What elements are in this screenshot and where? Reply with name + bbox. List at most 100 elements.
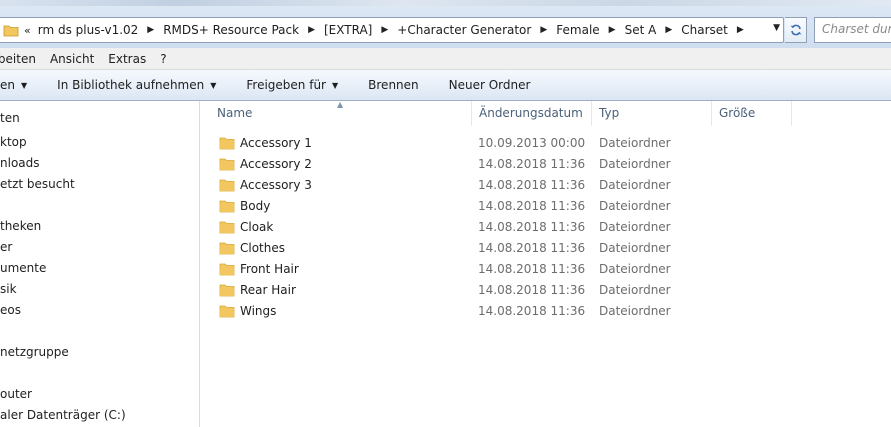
table-row[interactable]: Accessory 2 14.08.2018 11:36 Dateiordner: [201, 153, 891, 174]
new-folder-button[interactable]: Neuer Ordner: [434, 78, 546, 92]
search-input[interactable]: Charset durchsuchen: [814, 17, 891, 43]
file-date: 14.08.2018 11:36: [478, 156, 586, 171]
folder-icon: [219, 303, 235, 319]
nav-item-local-disk[interactable]: aler Datenträger (C:): [0, 405, 126, 425]
nav-item-videos[interactable]: eos: [0, 300, 21, 320]
nav-item-music[interactable]: sik: [0, 279, 17, 299]
file-name[interactable]: Body: [240, 199, 270, 213]
folder-icon: [219, 198, 235, 214]
include-in-library-button[interactable]: In Bibliothek aufnehmen ▼: [42, 78, 231, 92]
file-date: 14.08.2018 11:36: [478, 177, 586, 192]
chevron-down-icon: ▼: [332, 80, 339, 90]
file-name-cell: Body: [201, 198, 472, 214]
nav-item-libraries[interactable]: theken: [0, 216, 41, 236]
column-header-type[interactable]: Typ: [592, 101, 712, 126]
menu-edit[interactable]: rbeiten: [0, 52, 43, 66]
table-row[interactable]: Cloak 14.08.2018 11:36 Dateiordner: [201, 216, 891, 237]
file-date: 14.08.2018 11:36: [478, 219, 586, 234]
burn-button[interactable]: Brennen: [353, 78, 433, 92]
column-headers: ▲ Name Änderungsdatum Typ Größe: [201, 100, 891, 126]
file-date: 14.08.2018 11:36: [478, 240, 586, 255]
breadcrumb-separator-icon[interactable]: ▶: [141, 25, 160, 35]
breadcrumb-separator-icon[interactable]: ▶: [603, 25, 622, 35]
menu-bar: rbeiten Ansicht Extras ?: [0, 48, 891, 70]
table-row[interactable]: Clothes 14.08.2018 11:36 Dateiordner: [201, 237, 891, 258]
menu-help[interactable]: ?: [153, 52, 173, 66]
nav-item-pictures[interactable]: er: [0, 237, 12, 257]
file-list: Accessory 1 10.09.2013 00:00 Dateiordner Ac…: [201, 132, 891, 321]
breadcrumb-item[interactable]: Charset: [678, 23, 731, 37]
file-name[interactable]: Wings: [240, 304, 276, 318]
nav-item-computer[interactable]: outer: [0, 384, 32, 404]
breadcrumb-overflow-button[interactable]: «: [20, 24, 35, 37]
breadcrumb-separator-icon[interactable]: ▶: [534, 25, 553, 35]
file-name[interactable]: Front Hair: [240, 262, 299, 276]
folder-icon: [219, 219, 235, 235]
breadcrumb-separator-icon[interactable]: ▶: [302, 25, 321, 35]
nav-item-downloads[interactable]: nloads: [0, 153, 40, 173]
nav-item-documents[interactable]: umente: [0, 258, 46, 278]
file-name[interactable]: Rear Hair: [240, 283, 296, 297]
table-row[interactable]: Wings 14.08.2018 11:36 Dateiordner: [201, 300, 891, 321]
nav-item-recent-places[interactable]: etzt besucht: [0, 174, 75, 194]
file-date: 14.08.2018 11:36: [478, 282, 586, 297]
column-header-size-label: Größe: [719, 106, 756, 120]
breadcrumb-item[interactable]: +Character Generator: [394, 23, 534, 37]
breadcrumb-separator-icon[interactable]: ▶: [731, 25, 750, 35]
table-row[interactable]: Rear Hair 14.08.2018 11:36 Dateiordner: [201, 279, 891, 300]
table-row[interactable]: Accessory 1 10.09.2013 00:00 Dateiordner: [201, 132, 891, 153]
share-with-label: Freigeben für: [246, 78, 326, 92]
file-name[interactable]: Accessory 3: [240, 178, 312, 192]
refresh-button[interactable]: [785, 17, 807, 43]
breadcrumb-item[interactable]: Set A: [622, 23, 660, 37]
file-name-cell: Front Hair: [201, 261, 472, 277]
file-type: Dateiordner: [599, 282, 671, 297]
file-type: Dateiordner: [599, 261, 671, 276]
include-in-library-label: In Bibliothek aufnehmen: [57, 78, 205, 92]
window-title-strip: [0, 0, 891, 6]
file-name[interactable]: Cloak: [240, 220, 273, 234]
nav-item-desktop[interactable]: ktop: [0, 132, 27, 152]
nav-item-favorites[interactable]: ten: [0, 108, 20, 128]
new-folder-label: Neuer Ordner: [448, 78, 531, 92]
refresh-icon: [790, 24, 801, 36]
breadcrumb-separator-icon[interactable]: ▶: [375, 25, 394, 35]
address-bar[interactable]: « rm ds plus-v1.02 ▶ RMDS+ Resource Pack ▶[…: [0, 17, 784, 43]
file-name-cell: Cloak: [201, 219, 472, 235]
breadcrumb-separator-icon[interactable]: ▶: [659, 25, 678, 35]
file-name-cell: Accessory 3: [201, 177, 472, 193]
breadcrumb-item[interactable]: [EXTRA]: [321, 23, 375, 37]
folder-icon: [219, 177, 235, 193]
share-with-button[interactable]: Freigeben für ▼: [231, 78, 353, 92]
command-bar: en ▼ In Bibliothek aufnehmen ▼ Freigeben…: [0, 70, 891, 101]
file-name[interactable]: Clothes: [240, 241, 285, 255]
column-header-date[interactable]: Änderungsdatum: [472, 101, 592, 126]
breadcrumb-item[interactable]: RMDS+ Resource Pack: [160, 23, 302, 37]
file-name-cell: Wings: [201, 303, 472, 319]
address-history-dropdown-icon[interactable]: ▼: [773, 23, 780, 33]
breadcrumb-item[interactable]: Female: [553, 23, 602, 37]
file-name[interactable]: Accessory 1: [240, 136, 312, 150]
file-name[interactable]: Accessory 2: [240, 157, 312, 171]
file-type: Dateiordner: [599, 240, 671, 255]
folder-icon: [219, 135, 235, 151]
folder-icon: [219, 156, 235, 172]
breadcrumb: rm ds plus-v1.02 ▶ RMDS+ Resource Pack ▶ [EX…: [35, 23, 750, 37]
column-header-name[interactable]: ▲ Name: [201, 100, 472, 126]
file-date: 14.08.2018 11:36: [478, 261, 586, 276]
menu-tools[interactable]: Extras: [101, 52, 153, 66]
file-type: Dateiordner: [599, 198, 671, 213]
nav-item-homegroup[interactable]: netzgruppe: [0, 342, 69, 362]
sort-ascending-icon: ▲: [337, 100, 344, 109]
file-type: Dateiordner: [599, 135, 671, 150]
table-row[interactable]: Body 14.08.2018 11:36 Dateiordner: [201, 195, 891, 216]
file-type: Dateiordner: [599, 303, 671, 318]
breadcrumb-item[interactable]: rm ds plus-v1.02: [35, 23, 142, 37]
column-header-size[interactable]: Größe: [712, 101, 792, 126]
table-row[interactable]: Front Hair 14.08.2018 11:36 Dateiordner: [201, 258, 891, 279]
menu-view[interactable]: Ansicht: [43, 52, 101, 66]
table-row[interactable]: Accessory 3 14.08.2018 11:36 Dateiordner: [201, 174, 891, 195]
column-header-name-label: Name: [217, 106, 253, 120]
organize-button[interactable]: en ▼: [0, 78, 42, 92]
chevron-down-icon: ▼: [21, 80, 28, 90]
